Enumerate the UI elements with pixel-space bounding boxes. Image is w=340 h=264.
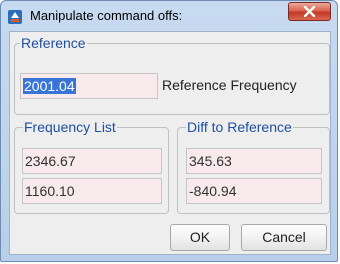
dialog-window: Manipulate command offs: Reference 2001.… [0,0,338,262]
title-bar[interactable]: Manipulate command offs: [1,1,337,31]
close-button[interactable] [288,2,331,21]
reference-frequency-input[interactable]: 2001.04 [20,73,158,99]
reference-legend: Reference [20,35,87,51]
dialog-content: Reference 2001.04 Reference Frequency Fr… [9,31,331,255]
window-title: Manipulate command offs: [30,8,183,23]
close-icon [303,6,316,17]
diff-to-reference-legend: Diff to Reference [186,119,293,135]
diff-input-2[interactable]: -840.94 [186,178,322,204]
frequency-input-2[interactable]: 1160.10 [22,178,162,204]
ok-button[interactable]: OK [170,224,230,251]
reference-group: Reference 2001.04 Reference Frequency [14,35,330,115]
java-app-icon [8,9,22,24]
selected-text: 2001.04 [23,78,76,94]
diff-input-1[interactable]: 345.63 [186,148,322,174]
reference-frequency-label: Reference Frequency [162,77,297,93]
frequency-input-1[interactable]: 2346.67 [22,148,162,174]
diff-to-reference-group: Diff to Reference 345.63 -840.94 [177,119,330,214]
frequency-list-group: Frequency List 2346.67 1160.10 [14,119,169,214]
frequency-list-legend: Frequency List [23,119,117,135]
cancel-button[interactable]: Cancel [241,224,327,251]
